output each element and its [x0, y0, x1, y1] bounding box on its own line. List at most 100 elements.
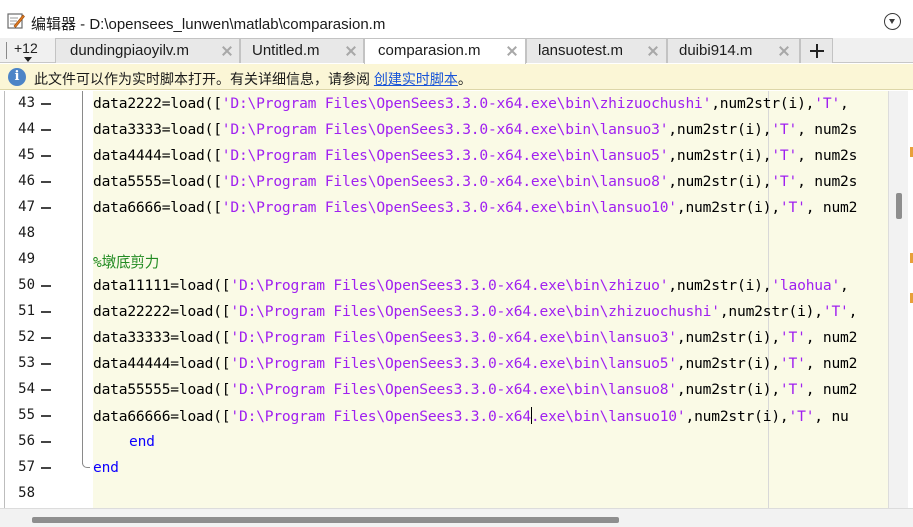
string-token: 'D:\Program Files\OpenSees3.3.0-x64.exe\… — [230, 355, 677, 372]
breakpoint-marker[interactable] — [41, 389, 51, 391]
comment-token: %墩底剪力 — [93, 254, 160, 271]
breakpoint-marker[interactable] — [41, 467, 51, 469]
code-line[interactable]: 57 end — [5, 455, 888, 481]
breakpoint-marker[interactable] — [41, 441, 51, 443]
code-line[interactable]: 50 data11111=load(['D:\Program Files\Open… — [5, 273, 888, 299]
tab-comparasion[interactable]: comparasion.m — [364, 38, 526, 64]
code-token: data22222=load([ — [93, 303, 231, 320]
horizontal-scrollbar[interactable] — [0, 508, 913, 527]
string-token: .exe\bin\lansuo10' — [530, 408, 686, 425]
line-number: 43 — [18, 95, 35, 111]
tab-overflow-button[interactable]: +12 — [4, 38, 52, 63]
code-line[interactable]: 51 data22222=load(['D:\Program Files\Open… — [5, 299, 888, 325]
tab-dundingpiaoyilv[interactable]: dundingpiaoyilv.m — [55, 38, 240, 63]
tab-untitled[interactable]: Untitled.m — [240, 38, 364, 63]
line-number: 44 — [18, 121, 35, 137]
code-text[interactable]: data3333=load(['D:\Program Files\OpenSee… — [93, 121, 857, 138]
code-token: , num2s — [797, 147, 858, 164]
code-line[interactable]: 48 — [5, 221, 888, 247]
vertical-scroll-thumb[interactable] — [896, 193, 902, 219]
line-number: 48 — [18, 225, 35, 241]
code-line[interactable]: 56 end — [5, 429, 888, 455]
tab-lansuotest[interactable]: lansuotest.m — [526, 38, 667, 63]
code-text[interactable]: data2222=load(['D:\Program Files\OpenSee… — [93, 95, 849, 112]
code-token: , num2 — [805, 381, 858, 398]
code-text[interactable]: data66666=load(['D:\Program Files\OpenSe… — [93, 407, 849, 425]
breakpoint-marker[interactable] — [41, 337, 51, 339]
code-token: , num2 — [805, 355, 858, 372]
breakpoint-marker[interactable] — [41, 285, 51, 287]
close-icon[interactable] — [344, 44, 358, 58]
string-token: 'D:\Program Files\OpenSees3.3.0-x64 — [230, 408, 531, 425]
live-script-link[interactable]: 创建实时脚本 — [374, 71, 458, 87]
code-line[interactable]: 53 data44444=load(['D:\Program Files\Open… — [5, 351, 888, 377]
close-icon[interactable] — [505, 44, 519, 58]
string-token: 'T' — [822, 303, 849, 320]
code-text[interactable]: data55555=load(['D:\Program Files\OpenSe… — [93, 381, 857, 398]
code-text[interactable]: data33333=load(['D:\Program Files\OpenSe… — [93, 329, 857, 346]
code-text[interactable]: end — [93, 459, 119, 476]
code-text[interactable]: data44444=load(['D:\Program Files\OpenSe… — [93, 355, 857, 372]
code-token: , — [848, 303, 858, 320]
code-line[interactable]: 46 data5555=load(['D:\Program Files\OpenS… — [5, 169, 888, 195]
code-editor[interactable]: 43 data2222=load(['D:\Program Files\OpenS… — [4, 91, 888, 508]
plus-icon[interactable] — [800, 38, 833, 63]
code-text[interactable]: data6666=load(['D:\Program Files\OpenSee… — [93, 199, 857, 216]
line-number: 49 — [18, 251, 35, 267]
code-token: ,num2str(i), — [719, 303, 823, 320]
code-text[interactable]: data5555=load(['D:\Program Files\OpenSee… — [93, 173, 857, 190]
line-number: 50 — [18, 277, 35, 293]
string-token: 'T' — [814, 95, 841, 112]
code-token: data55555=load([ — [93, 381, 231, 398]
line-number: 57 — [18, 459, 35, 475]
info-suffix: 。 — [457, 71, 472, 87]
title-bar: 编辑器 - D:\opensees_lunwen\matlab\comparas… — [0, 0, 913, 38]
code-line[interactable]: 58 — [5, 481, 888, 507]
code-text[interactable]: data22222=load(['D:\Program Files\OpenSe… — [93, 303, 857, 320]
breakpoint-marker[interactable] — [41, 103, 51, 105]
tab-label: duibi914.m — [679, 42, 753, 59]
tab-overflow-count: +12 — [14, 40, 38, 56]
code-line[interactable]: 49 %墩底剪力 — [5, 247, 888, 273]
close-icon[interactable] — [220, 44, 234, 58]
code-token: ,num2str(i), — [676, 381, 780, 398]
code-text[interactable]: data4444=load(['D:\Program Files\OpenSee… — [93, 147, 857, 164]
breakpoint-marker[interactable] — [41, 129, 51, 131]
code-text[interactable]: %墩底剪力 — [93, 251, 159, 272]
breakpoint-marker[interactable] — [41, 155, 51, 157]
close-icon[interactable] — [646, 44, 660, 58]
code-token: ,num2str(i), — [676, 329, 780, 346]
breakpoint-marker[interactable] — [41, 181, 51, 183]
line-number: 45 — [18, 147, 35, 163]
breakpoint-marker[interactable] — [41, 207, 51, 209]
breakpoint-marker[interactable] — [41, 415, 51, 417]
code-token: , num2 — [805, 199, 858, 216]
code-text[interactable]: end — [129, 433, 155, 450]
horizontal-scroll-thumb[interactable] — [32, 517, 619, 523]
line-number: 53 — [18, 355, 35, 371]
code-token: data44444=load([ — [93, 355, 231, 372]
string-token: 'D:\Program Files\OpenSees3.3.0-x64.exe\… — [221, 173, 669, 190]
code-line[interactable]: 45 data4444=load(['D:\Program Files\OpenS… — [5, 143, 888, 169]
line-number: 56 — [18, 433, 35, 449]
code-line[interactable]: 52 data33333=load(['D:\Program Files\Open… — [5, 325, 888, 351]
info-message: 此文件可以作为实时脚本打开。有关详细信息，请参阅 创建实时脚本。 — [34, 69, 472, 89]
code-line[interactable]: 55 data66666=load(['D:\Program Files\Open… — [5, 403, 888, 429]
tab-duibi914[interactable]: duibi914.m — [667, 38, 800, 63]
code-token: ,num2str(i), — [685, 408, 789, 425]
breakpoint-marker[interactable] — [41, 363, 51, 365]
code-line[interactable]: 47 data6666=load(['D:\Program Files\OpenS… — [5, 195, 888, 221]
code-token: data3333=load([ — [93, 121, 222, 138]
breakpoint-marker[interactable] — [41, 311, 51, 313]
code-line[interactable]: 54 data55555=load(['D:\Program Files\Open… — [5, 377, 888, 403]
code-token: data2222=load([ — [93, 95, 222, 112]
tab-label: Untitled.m — [252, 42, 320, 59]
chevron-circle-down-icon[interactable] — [884, 13, 901, 30]
close-icon[interactable] — [777, 44, 791, 58]
code-token: data66666=load([ — [93, 408, 231, 425]
code-text[interactable]: data11111=load(['D:\Program Files\OpenSe… — [93, 277, 849, 294]
code-line[interactable]: 44 data3333=load(['D:\Program Files\OpenS… — [5, 117, 888, 143]
vertical-scrollbar[interactable] — [888, 91, 908, 508]
matlab-editor-icon — [7, 13, 25, 29]
code-line[interactable]: 43 data2222=load(['D:\Program Files\OpenS… — [5, 91, 888, 117]
